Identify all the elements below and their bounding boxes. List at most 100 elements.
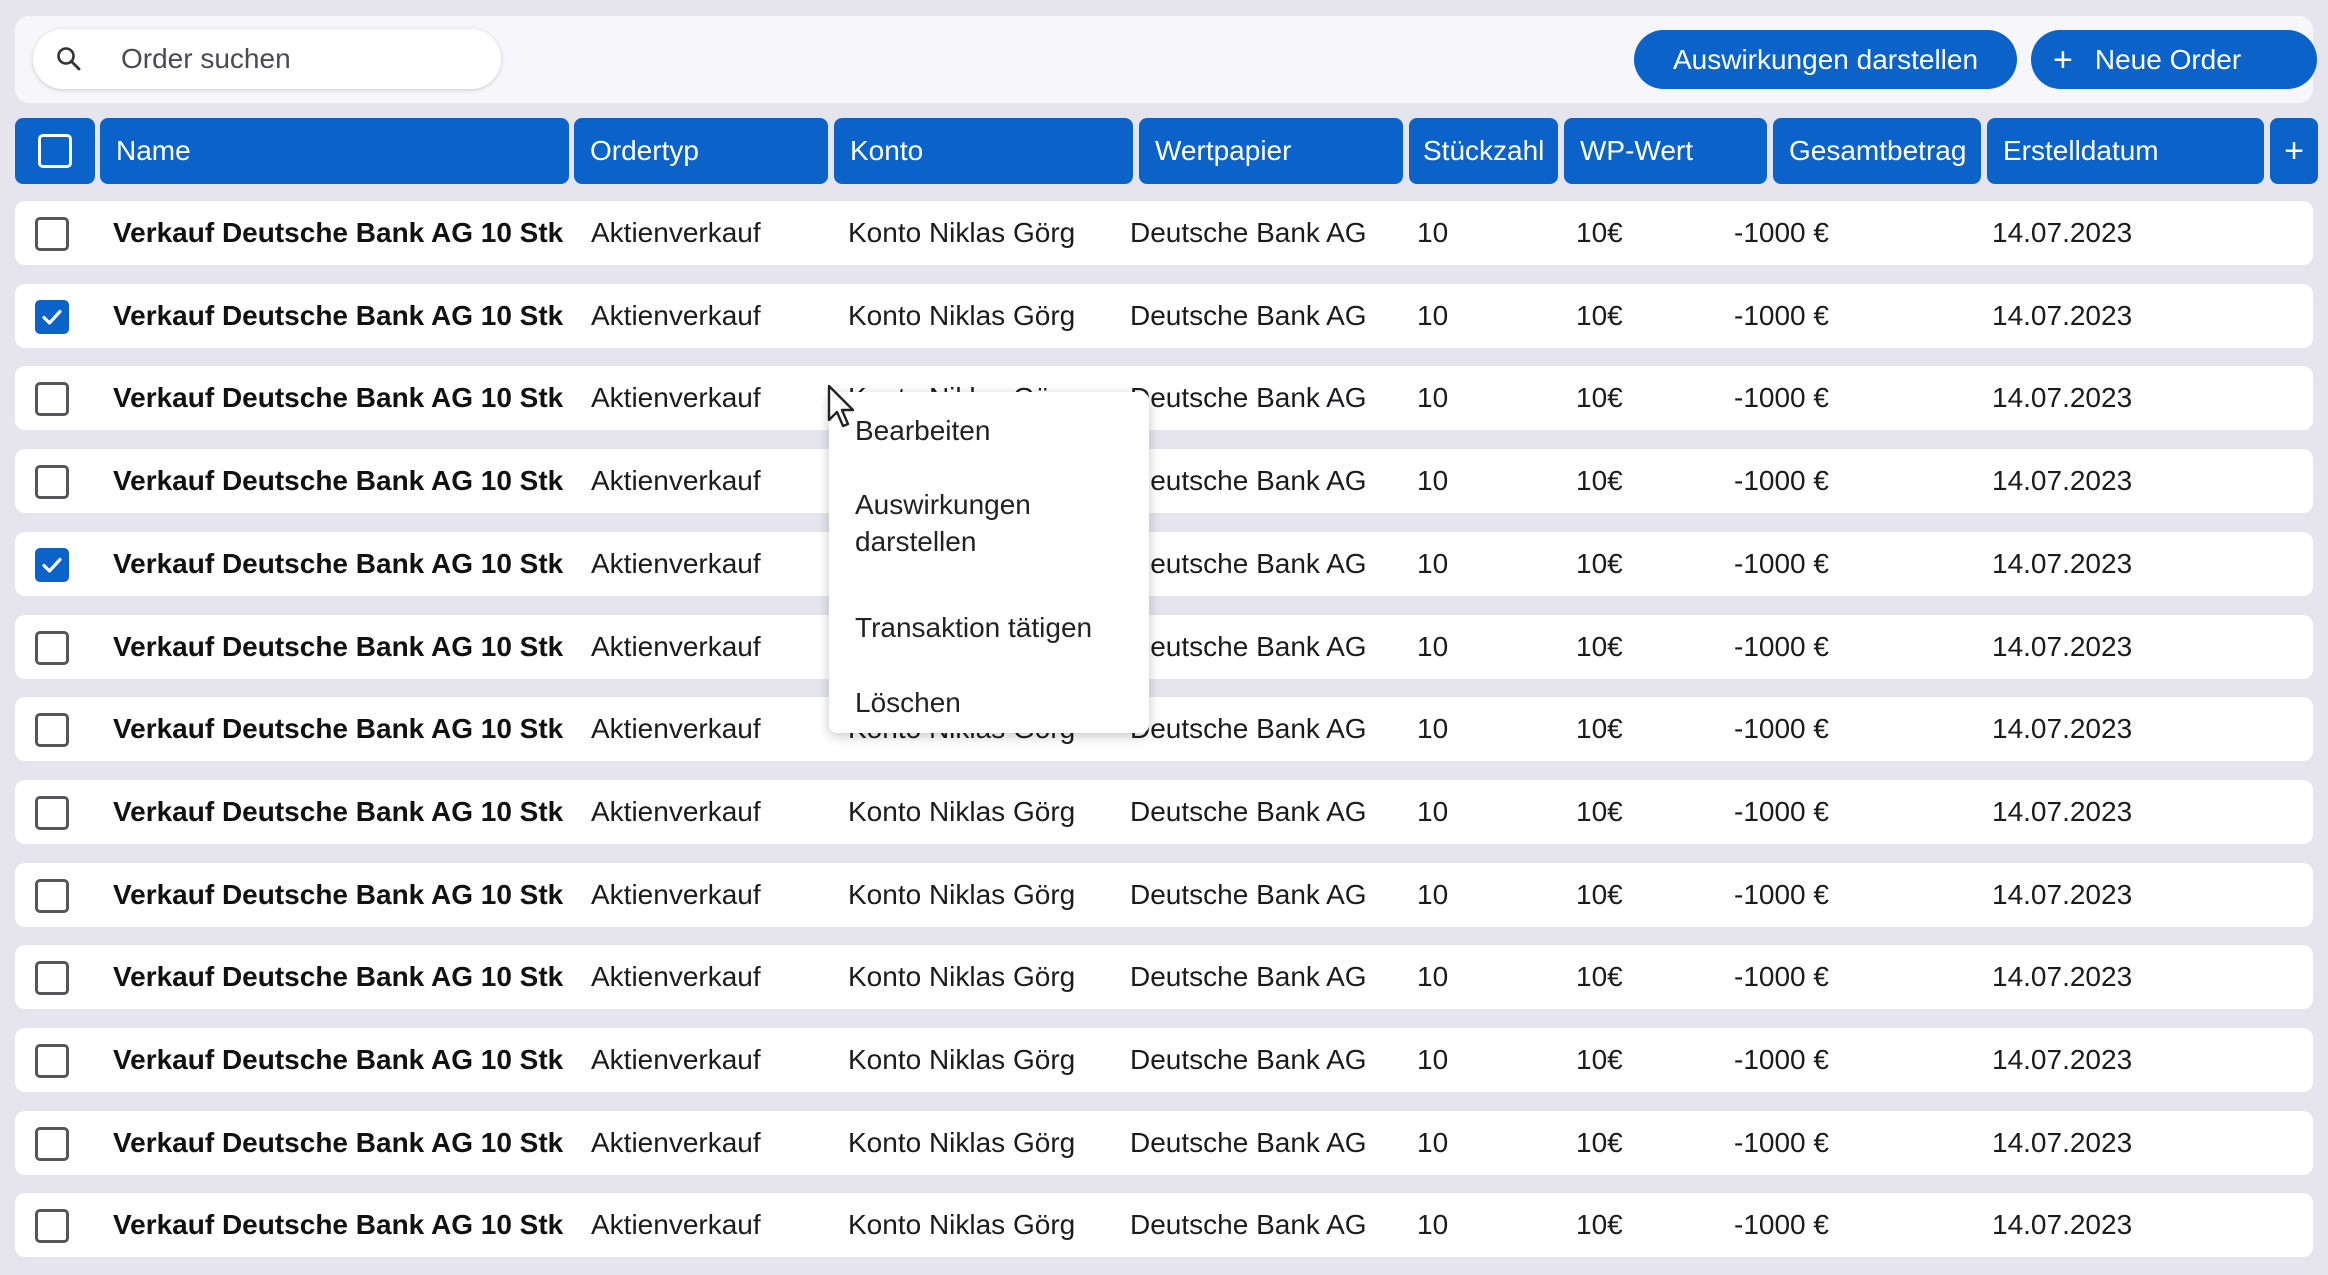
row-checkbox[interactable]	[35, 1209, 69, 1243]
cell-wp-wert: 10€	[1576, 631, 1623, 662]
cell-gesamtbetrag: -1000 €	[1734, 300, 1829, 331]
row-checkbox[interactable]	[35, 631, 69, 665]
table-row[interactable]: Verkauf Deutsche Bank AG 10 Stk Aktienver…	[15, 1028, 2313, 1092]
menu-item-show-impact[interactable]: Auswirkungen darstellen	[855, 486, 1135, 560]
cell-wertpapier: Deutsche Bank AG	[1130, 961, 1367, 992]
cell-stueckzahl: 10	[1417, 300, 1449, 331]
search-icon	[57, 47, 81, 71]
cell-wertpapier: Deutsche Bank AG	[1130, 713, 1367, 744]
cell-name: Verkauf Deutsche Bank AG 10 Stk	[113, 796, 564, 827]
cell-wertpapier: Deutsche Bank AG	[1130, 300, 1367, 331]
cell-erstelldatum: 14.07.2023	[1992, 548, 2133, 579]
table-row[interactable]: Verkauf Deutsche Bank AG 10 Stk Aktienver…	[15, 780, 2313, 844]
cell-gesamtbetrag: -1000 €	[1734, 796, 1829, 827]
cell-wertpapier: Deutsche Bank AG	[1130, 465, 1367, 496]
table-row[interactable]: Verkauf Deutsche Bank AG 10 Stk Aktienver…	[15, 1193, 2313, 1257]
cell-ordertyp: Aktienverkauf	[591, 631, 761, 662]
new-order-button[interactable]: + Neue Order	[2031, 30, 2317, 89]
cell-name: Verkauf Deutsche Bank AG 10 Stk	[113, 1209, 564, 1240]
table-row[interactable]: Verkauf Deutsche Bank AG 10 Stk Aktienver…	[15, 697, 2313, 761]
table-row[interactable]: Verkauf Deutsche Bank AG 10 Stk Aktienver…	[15, 201, 2313, 265]
cell-gesamtbetrag: -1000 €	[1734, 1127, 1829, 1158]
row-checkbox[interactable]	[35, 465, 69, 499]
column-header-ordertyp[interactable]: Ordertyp	[574, 118, 828, 184]
column-header-konto[interactable]: Konto	[834, 118, 1133, 184]
row-checkbox[interactable]	[35, 217, 69, 251]
show-impact-button[interactable]: Auswirkungen darstellen	[1634, 30, 2017, 89]
cell-wp-wert: 10€	[1576, 1127, 1623, 1158]
toolbar: Auswirkungen darstellen + Neue Order	[15, 16, 2317, 103]
cell-ordertyp: Aktienverkauf	[591, 1209, 761, 1240]
table-row[interactable]: Verkauf Deutsche Bank AG 10 Stk Aktienver…	[15, 532, 2313, 596]
menu-item-delete[interactable]: Löschen	[855, 684, 1135, 721]
search-input[interactable]	[121, 29, 481, 89]
cell-gesamtbetrag: -1000 €	[1734, 961, 1829, 992]
menu-item-edit[interactable]: Bearbeiten	[855, 412, 1135, 449]
row-checkbox[interactable]	[35, 796, 69, 830]
cell-erstelldatum: 14.07.2023	[1992, 217, 2133, 248]
cell-stueckzahl: 10	[1417, 217, 1449, 248]
column-header-label: Wertpapier	[1155, 135, 1292, 166]
cell-wertpapier: Deutsche Bank AG	[1130, 1044, 1367, 1075]
menu-item-transaction[interactable]: Transaktion tätigen	[855, 609, 1135, 646]
cell-konto: Konto Niklas Görg	[848, 1209, 1076, 1240]
row-checkbox[interactable]	[35, 382, 69, 416]
cell-wp-wert: 10€	[1576, 382, 1623, 413]
row-checkbox[interactable]	[35, 713, 69, 747]
add-column-button[interactable]: +	[2270, 118, 2318, 184]
cell-erstelldatum: 14.07.2023	[1992, 713, 2133, 744]
table-row[interactable]: Verkauf Deutsche Bank AG 10 Stk Aktienver…	[15, 945, 2313, 1009]
cell-ordertyp: Aktienverkauf	[591, 1044, 761, 1075]
table-row[interactable]: Verkauf Deutsche Bank AG 10 Stk Aktienver…	[15, 863, 2313, 927]
cell-stueckzahl: 10	[1417, 879, 1449, 910]
cell-gesamtbetrag: -1000 €	[1734, 217, 1829, 248]
row-checkbox[interactable]	[35, 300, 69, 334]
cell-wp-wert: 10€	[1576, 300, 1623, 331]
cell-gesamtbetrag: -1000 €	[1734, 713, 1829, 744]
search-box[interactable]	[33, 29, 501, 89]
table-row[interactable]: Verkauf Deutsche Bank AG 10 Stk Aktienver…	[15, 449, 2313, 513]
row-checkbox[interactable]	[35, 1127, 69, 1161]
cell-ordertyp: Aktienverkauf	[591, 713, 761, 744]
table-row[interactable]: Verkauf Deutsche Bank AG 10 Stk Aktienver…	[15, 366, 2313, 430]
cell-ordertyp: Aktienverkauf	[591, 548, 761, 579]
table-row[interactable]: Verkauf Deutsche Bank AG 10 Stk Aktienver…	[15, 615, 2313, 679]
table-row[interactable]: Verkauf Deutsche Bank AG 10 Stk Aktienver…	[15, 1111, 2313, 1175]
cell-name: Verkauf Deutsche Bank AG 10 Stk	[113, 548, 564, 579]
column-header-stueckzahl[interactable]: Stückzahl	[1409, 118, 1558, 184]
cell-ordertyp: Aktienverkauf	[591, 796, 761, 827]
cell-stueckzahl: 10	[1417, 713, 1449, 744]
cell-wp-wert: 10€	[1576, 879, 1623, 910]
cell-konto: Konto Niklas Görg	[848, 300, 1076, 331]
column-header-wertpapier[interactable]: Wertpapier	[1139, 118, 1403, 184]
column-header-erstelldatum[interactable]: Erstelldatum	[1987, 118, 2264, 184]
cell-wp-wert: 10€	[1576, 548, 1623, 579]
cell-ordertyp: Aktienverkauf	[591, 465, 761, 496]
cell-stueckzahl: 10	[1417, 382, 1449, 413]
cell-stueckzahl: 10	[1417, 465, 1449, 496]
cell-konto: Konto Niklas Görg	[848, 879, 1076, 910]
cell-name: Verkauf Deutsche Bank AG 10 Stk	[113, 1127, 564, 1158]
cell-name: Verkauf Deutsche Bank AG 10 Stk	[113, 382, 564, 413]
row-checkbox[interactable]	[35, 961, 69, 995]
cell-name: Verkauf Deutsche Bank AG 10 Stk	[113, 300, 564, 331]
cell-wertpapier: Deutsche Bank AG	[1130, 631, 1367, 662]
cell-name: Verkauf Deutsche Bank AG 10 Stk	[113, 961, 564, 992]
cell-stueckzahl: 10	[1417, 1209, 1449, 1240]
checkmark-icon	[42, 309, 62, 325]
cell-erstelldatum: 14.07.2023	[1992, 1209, 2133, 1240]
row-checkbox[interactable]	[35, 1044, 69, 1078]
column-header-wp-wert[interactable]: WP-Wert	[1564, 118, 1767, 184]
row-checkbox[interactable]	[35, 879, 69, 913]
column-header-gesamtbetrag[interactable]: Gesamtbetrag	[1773, 118, 1981, 184]
cell-wertpapier: Deutsche Bank AG	[1130, 879, 1367, 910]
table-row[interactable]: Verkauf Deutsche Bank AG 10 Stk Aktienver…	[15, 284, 2313, 348]
cell-gesamtbetrag: -1000 €	[1734, 1044, 1829, 1075]
select-all-checkbox[interactable]	[15, 118, 95, 184]
cell-konto: Konto Niklas Görg	[848, 1044, 1076, 1075]
row-checkbox[interactable]	[35, 548, 69, 582]
cell-wertpapier: Deutsche Bank AG	[1130, 217, 1367, 248]
column-header-name[interactable]: Name	[100, 118, 569, 184]
cell-wp-wert: 10€	[1576, 1209, 1623, 1240]
cell-erstelldatum: 14.07.2023	[1992, 961, 2133, 992]
